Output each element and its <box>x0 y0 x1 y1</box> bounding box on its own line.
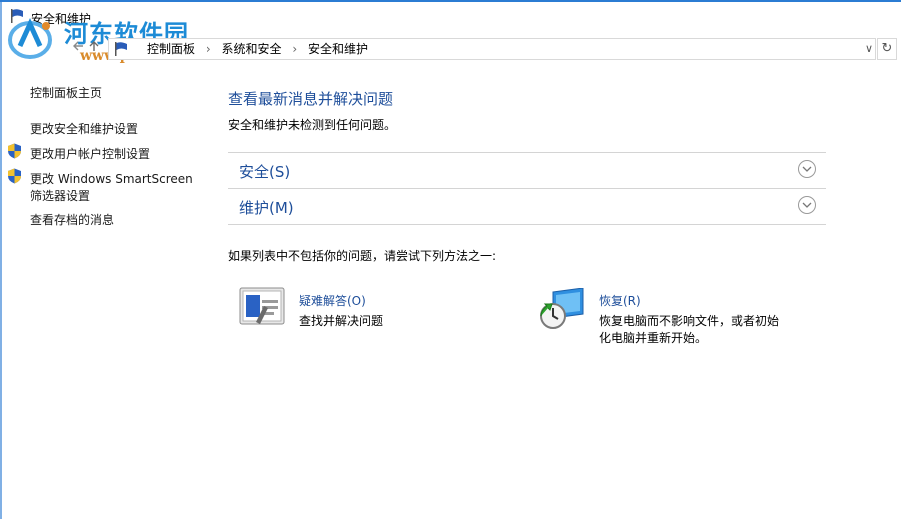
sidebar-item-label: 筛选器设置 <box>30 189 91 203</box>
section-security-label: 安全(S) <box>239 163 291 181</box>
sidebar-item-archived-messages[interactable]: 查看存档的消息 <box>30 211 114 228</box>
section-maintenance[interactable]: 维护(M) <box>228 188 826 224</box>
refresh-button[interactable]: ↻ <box>877 38 897 60</box>
uac-shield-icon <box>8 143 21 159</box>
recovery-description-line1: 恢复电脑而不影响文件，或者初始 <box>599 314 780 328</box>
chevron-down-icon[interactable] <box>798 160 816 178</box>
up-button[interactable] <box>84 38 104 60</box>
crumb-separator[interactable]: › <box>292 42 297 56</box>
section-security[interactable]: 安全(S) <box>228 152 826 188</box>
troubleshooting-icon <box>239 287 285 325</box>
troubleshooting-description: 查找并解决问题 <box>299 314 384 328</box>
help-hint: 如果列表中不包括你的问题，请尝试下列方法之一: <box>228 249 497 263</box>
sidebar-item-uac-settings[interactable]: 更改用户帐户控制设置 <box>30 145 150 162</box>
address-bar[interactable]: 控制面板 › 系统和安全 › 安全和维护 ∨ <box>108 38 876 60</box>
address-dropdown-button[interactable]: ∨ <box>865 39 873 59</box>
sidebar-item-smartscreen[interactable]: 更改 Windows SmartScreen 筛选器设置 <box>30 170 193 204</box>
recovery-description-line2: 化电脑并重新开始。 <box>599 331 708 345</box>
recovery-link[interactable]: 恢复(R) <box>599 292 641 309</box>
back-arrow-icon <box>73 41 83 51</box>
up-arrow-icon <box>89 41 99 51</box>
page-title: 查看最新消息并解决问题 <box>228 90 394 108</box>
uac-shield-icon <box>8 168 21 184</box>
window-left-border <box>0 0 2 519</box>
sidebar-control-panel-home[interactable]: 控制面板主页 <box>30 84 102 101</box>
sidebar-item-label: 更改 Windows SmartScreen <box>30 172 193 186</box>
crumb-control-panel[interactable]: 控制面板 <box>147 42 195 56</box>
sidebar-item-change-security-settings[interactable]: 更改安全和维护设置 <box>30 120 138 137</box>
recovery-description: 恢复电脑而不影响文件，或者初始 化电脑并重新开始。 <box>599 313 799 347</box>
address-flag-icon <box>115 42 127 56</box>
section-maintenance-label: 维护(M) <box>239 199 294 217</box>
breadcrumb: 控制面板 › 系统和安全 › 安全和维护 <box>147 39 368 59</box>
troubleshooting-link[interactable]: 疑难解答(O) <box>299 292 366 309</box>
crumb-security-maintenance[interactable]: 安全和维护 <box>308 42 368 56</box>
section-divider <box>228 224 826 225</box>
status-message: 安全和维护未检测到任何问题。 <box>228 118 397 132</box>
recovery-icon <box>540 288 584 329</box>
crumb-system-security[interactable]: 系统和安全 <box>221 42 281 56</box>
chevron-down-icon[interactable] <box>798 196 816 214</box>
crumb-separator[interactable]: › <box>206 42 211 56</box>
watermark-logo-icon <box>8 17 52 59</box>
